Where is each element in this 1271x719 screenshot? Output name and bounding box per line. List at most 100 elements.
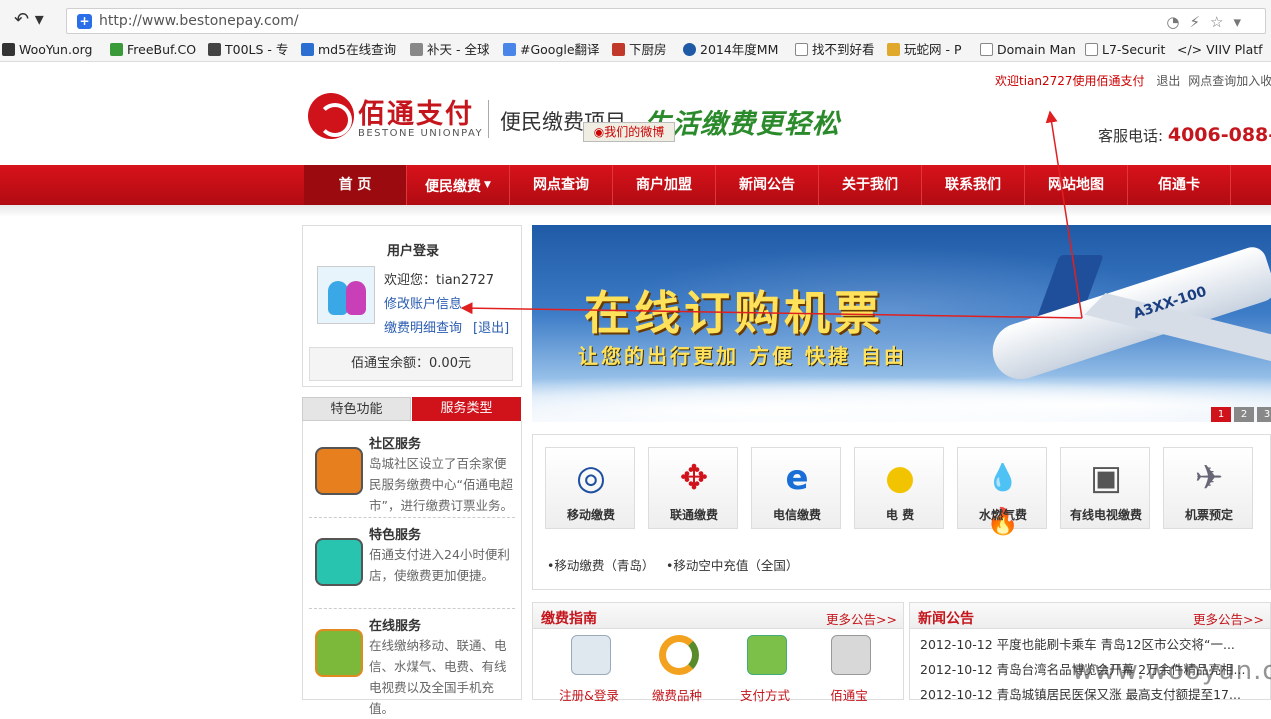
payment-types: ◎ 移动缴费 ✥ 联通缴费 e 电信缴费 ● 电 费 💧🔥 水燃气费 ▣ 有线电… — [532, 434, 1271, 590]
pay-unicom[interactable]: ✥ 联通缴费 — [648, 447, 738, 529]
pay-label: 机票预定 — [1184, 508, 1233, 522]
logo-text[interactable]: 佰通支付 — [358, 92, 474, 131]
bookmark-domain[interactable]: Domain Man — [980, 41, 1076, 59]
site-favicon-icon: + — [77, 14, 92, 29]
airplane-icon: ✈ — [1194, 458, 1224, 498]
bookmark-zhaobudao[interactable]: 找不到好看 — [795, 41, 875, 59]
guide-label: 支付方式 — [739, 688, 790, 703]
nav-merchant-join[interactable]: 商户加盟 — [613, 165, 716, 205]
bookmark-t00ls[interactable]: T00LS - 专 — [208, 41, 288, 59]
pay-electric[interactable]: ● 电 费 — [854, 447, 944, 529]
nav-sitemap[interactable]: 网站地图 — [1025, 165, 1128, 205]
bookmark-md5[interactable]: md5在线查询 — [301, 41, 396, 59]
china-mobile-icon: ◎ — [576, 458, 606, 498]
bookmark-freebuf[interactable]: FreeBuf.CO — [110, 41, 196, 59]
guide-more-link[interactable]: 更多公告>> — [826, 609, 897, 628]
url-input[interactable]: + http://www.bestonepay.com/ ◔⚡☆▾ — [66, 8, 1266, 34]
bookmark-xiachufang[interactable]: 下厨房 — [612, 41, 667, 59]
bookmark-google-translate[interactable]: #Google翻译 — [503, 41, 600, 59]
hotline: 客服电话: 4006-088-09 — [1098, 124, 1271, 146]
user-login-panel: 用户登录 欢迎您：tian2727 修改账户信息 缴费明细查询 [退出] 佰通宝… — [302, 225, 522, 387]
banner-page-3[interactable]: 3 — [1257, 407, 1271, 422]
user-icon-2 — [346, 281, 366, 315]
pay-link-mobile-qingdao[interactable]: •移动缴费（青岛） — [547, 555, 654, 574]
service-title: 在线服务 — [369, 619, 422, 634]
feature-tabs: 特色功能 服务类型 — [302, 397, 522, 421]
pay-label: 电 费 — [885, 508, 915, 522]
hotline-label: 客服电话: — [1098, 127, 1164, 145]
bookmark-butian[interactable]: 补天 - 全球 — [410, 41, 489, 59]
nav-contact[interactable]: 联系我们 — [922, 165, 1025, 205]
browser-tools-icon[interactable]: ◔⚡☆▾ — [1166, 13, 1251, 31]
nav-bestone-card[interactable]: 佰通卡 — [1128, 165, 1231, 205]
welcome-text: 欢迎tian2727使用佰通支付 — [995, 74, 1145, 88]
news-more-link[interactable]: 更多公告>> — [1193, 609, 1264, 628]
pay-label: 联通缴费 — [669, 508, 718, 522]
pay-telecom[interactable]: e 电信缴费 — [751, 447, 841, 529]
pay-link-mobile-air[interactable]: •移动空中充值（全国） — [666, 555, 798, 574]
guide-bestone-bao[interactable]: 佰通宝 — [809, 635, 889, 703]
nav-about[interactable]: 关于我们 — [819, 165, 922, 205]
divider — [309, 608, 515, 609]
pay-mobile[interactable]: ◎ 移动缴费 — [545, 447, 635, 529]
pay-label: 有线电视缴费 — [1069, 508, 1142, 522]
login-logout-link[interactable]: [退出] — [473, 317, 509, 336]
bookmark-viiv[interactable]: </> VIIV Platf — [1177, 41, 1263, 59]
pie-icon — [659, 635, 699, 675]
lightbulb-icon: ● — [885, 458, 915, 498]
bookmark-wooyun[interactable]: WooYun.org — [2, 41, 92, 59]
back-refresh-icon[interactable]: ↶ ▾ — [14, 9, 48, 31]
avatar — [317, 266, 375, 324]
tab-features[interactable]: 特色功能 — [302, 397, 411, 421]
service-desc: 佰通支付进入24小时便利店，使缴费更加便捷。 — [369, 547, 510, 583]
service-title: 社区服务 — [369, 437, 422, 452]
pay-flight[interactable]: ✈ 机票预定 — [1163, 447, 1253, 529]
bookmark-l7[interactable]: L7-Securit — [1085, 41, 1165, 59]
pay-label: 电信缴费 — [772, 508, 821, 522]
register-icon — [571, 635, 611, 675]
guide-pay-method[interactable]: 支付方式 — [725, 635, 805, 703]
news-item[interactable]: 2012-10-12 青岛城镇居民医保又涨 最高支付额提至17... — [920, 684, 1241, 703]
online-icon — [315, 629, 363, 677]
guide-register[interactable]: 注册&登录 — [549, 635, 629, 703]
tab-service-types[interactable]: 服务类型 — [412, 397, 521, 421]
outlet-query-link[interactable]: 网点查询 — [1188, 74, 1236, 88]
payment-detail-link[interactable]: 缴费明细查询 — [384, 317, 462, 336]
pay-cable-tv[interactable]: ▣ 有线电视缴费 — [1060, 447, 1150, 529]
nav-convenience-pay[interactable]: 便民缴费 ▼ — [407, 165, 510, 205]
main-nav: 首 页 便民缴费 ▼ 网点查询 商户加盟 新闻公告 关于我们 联系我们 网站地图 … — [0, 165, 1271, 205]
bestone-logo-icon[interactable] — [308, 93, 354, 139]
banner-page-2[interactable]: 2 — [1234, 407, 1254, 422]
banner-subtitle: 让您的出行更加 方便 快捷 自由 — [578, 344, 907, 368]
modify-account-link[interactable]: 修改账户信息 — [384, 293, 462, 312]
banner-page-1[interactable]: 1 — [1211, 407, 1231, 422]
news-item[interactable]: 2012-10-12 平度也能刷卡乘车 青岛12区市公交将“一... — [920, 634, 1235, 653]
browser-address-bar: ↶ ▾ + http://www.bestonepay.com/ ◔⚡☆▾ — [0, 0, 1271, 38]
banner-slideshow[interactable]: A3XX-100 在线订购机票 让您的出行更加 方便 快捷 自由 1 2 3 — [532, 225, 1271, 422]
guide-pay-types[interactable]: 缴费品种 — [637, 635, 717, 703]
nav-outlet-query[interactable]: 网点查询 — [510, 165, 613, 205]
pay-water-gas[interactable]: 💧🔥 水燃气费 — [957, 447, 1047, 537]
guide-title: 缴费指南 — [541, 611, 597, 627]
star-icon — [315, 538, 363, 586]
service-desc: 在线缴纳移动、联通、电信、水煤气、电费、有线电视费以及全国手机充值。 — [369, 638, 507, 716]
card-icon — [747, 635, 787, 675]
nav-home[interactable]: 首 页 — [304, 165, 407, 205]
join-link[interactable]: 加入收 — [1236, 74, 1271, 88]
balance: 佰通宝余额：0.00元 — [309, 347, 513, 381]
service-title: 特色服务 — [369, 528, 422, 543]
logo-english: BESTONE UNIONPAY — [358, 128, 484, 139]
divider — [309, 517, 515, 518]
guide-label: 注册&登录 — [559, 688, 619, 703]
watermark: www.wooyun.org — [1072, 656, 1271, 686]
nav-news[interactable]: 新闻公告 — [716, 165, 819, 205]
bookmark-2014mm[interactable]: 2014年度MM — [683, 41, 778, 59]
weibo-button[interactable]: ◉我们的微博 — [583, 122, 675, 142]
logout-link[interactable]: 退出 — [1156, 74, 1180, 88]
china-telecom-icon: e — [785, 458, 809, 498]
tv-icon: ▣ — [1089, 458, 1123, 498]
weibo-icon: ◉ — [593, 125, 605, 139]
news-header: 新闻公告 更多公告>> — [910, 603, 1270, 629]
bookmark-wanshe[interactable]: 玩蛇网 - P — [887, 41, 962, 59]
header-divider — [488, 100, 489, 138]
